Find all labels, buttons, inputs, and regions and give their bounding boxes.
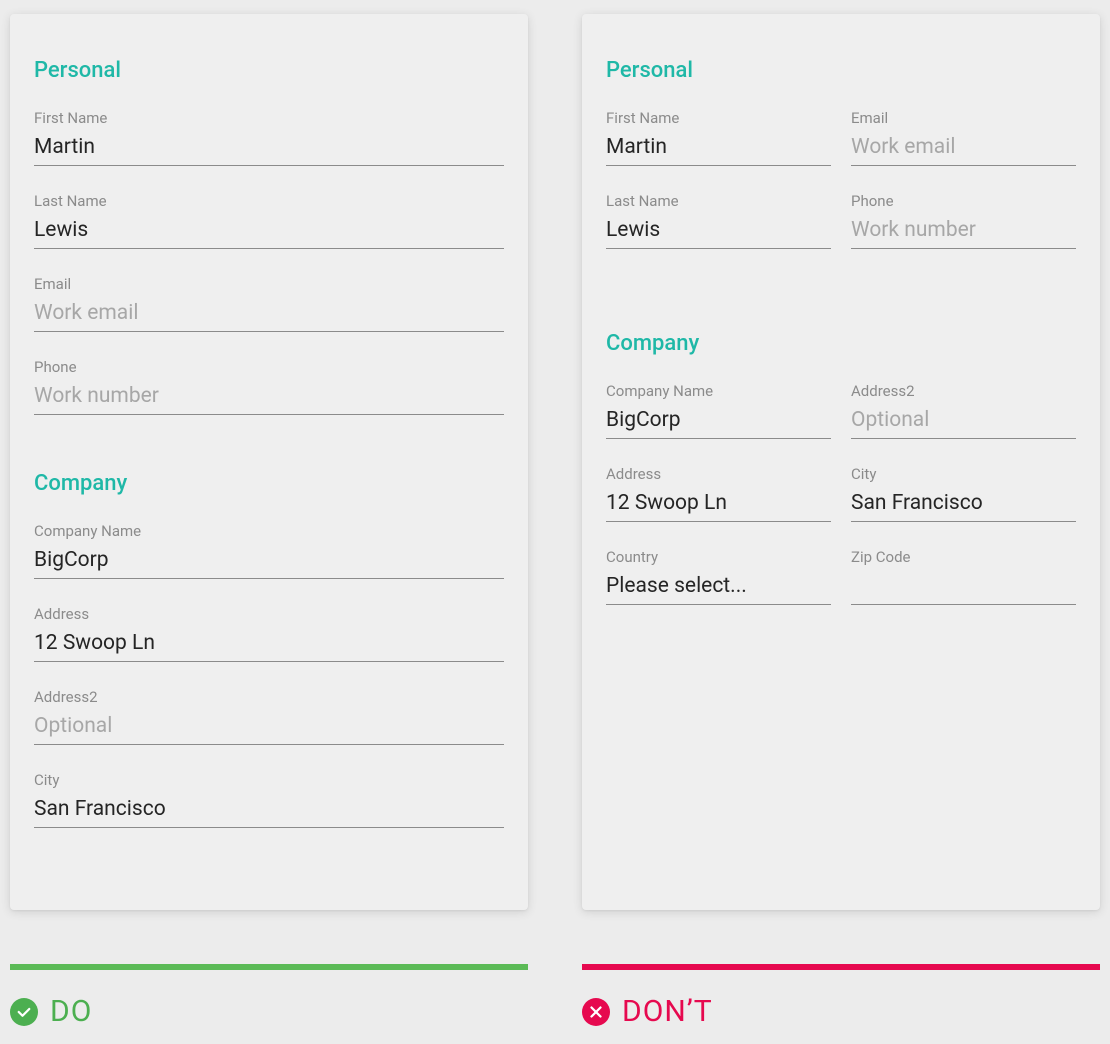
address-label: Address xyxy=(606,465,831,483)
company-name-field: Company Name xyxy=(34,522,504,579)
dont-form-card: Personal First Name Email Last Name Phon… xyxy=(582,14,1100,910)
first-name-field: First Name xyxy=(606,109,831,166)
zip-field: Zip Code xyxy=(851,548,1076,605)
email-field: Email xyxy=(851,109,1076,166)
last-name-label: Last Name xyxy=(34,192,504,210)
address-field: Address xyxy=(606,465,831,522)
first-name-input[interactable] xyxy=(34,133,504,166)
address-label: Address xyxy=(34,605,504,623)
zip-label: Zip Code xyxy=(851,548,1076,566)
dont-footer: DON’T xyxy=(582,964,1100,1029)
phone-input[interactable] xyxy=(851,216,1076,249)
city-label: City xyxy=(851,465,1076,483)
personal-section: Personal First Name Last Name Email Phon… xyxy=(34,58,504,415)
address2-label: Address2 xyxy=(34,688,504,706)
address-field: Address xyxy=(34,605,504,662)
city-field: City xyxy=(851,465,1076,522)
country-label: Country xyxy=(606,548,831,566)
company-name-label: Company Name xyxy=(606,382,831,400)
do-bar xyxy=(10,964,528,970)
email-input[interactable] xyxy=(34,299,504,332)
address2-input[interactable] xyxy=(851,406,1076,439)
city-field: City xyxy=(34,771,504,828)
address-input[interactable] xyxy=(34,629,504,662)
personal-section: Personal First Name Email Last Name Phon… xyxy=(606,58,1076,275)
email-field: Email xyxy=(34,275,504,332)
phone-field: Phone xyxy=(34,358,504,415)
phone-label: Phone xyxy=(851,192,1076,210)
first-name-input[interactable] xyxy=(606,133,831,166)
last-name-input[interactable] xyxy=(606,216,831,249)
dont-label: DON’T xyxy=(622,994,713,1029)
address2-input[interactable] xyxy=(34,712,504,745)
do-label: DO xyxy=(50,994,92,1029)
last-name-input[interactable] xyxy=(34,216,504,249)
personal-title: Personal xyxy=(606,58,1076,83)
company-title: Company xyxy=(606,331,1076,356)
x-circle-icon xyxy=(582,998,610,1026)
company-title: Company xyxy=(34,471,504,496)
email-label: Email xyxy=(851,109,1076,127)
phone-label: Phone xyxy=(34,358,504,376)
email-input[interactable] xyxy=(851,133,1076,166)
phone-field: Phone xyxy=(851,192,1076,249)
do-form-card: Personal First Name Last Name Email Phon… xyxy=(10,14,528,910)
company-name-input[interactable] xyxy=(34,546,504,579)
first-name-label: First Name xyxy=(606,109,831,127)
address2-field: Address2 xyxy=(851,382,1076,439)
company-section: Company Company Name Address2 Address Ci… xyxy=(606,331,1076,631)
personal-title: Personal xyxy=(34,58,504,83)
company-section: Company Company Name Address Address2 Ci… xyxy=(34,471,504,828)
address2-field: Address2 xyxy=(34,688,504,745)
city-input[interactable] xyxy=(34,795,504,828)
address2-label: Address2 xyxy=(851,382,1076,400)
phone-input[interactable] xyxy=(34,382,504,415)
dont-bar xyxy=(582,964,1100,970)
company-name-input[interactable] xyxy=(606,406,831,439)
first-name-label: First Name xyxy=(34,109,504,127)
country-field: Country xyxy=(606,548,831,605)
zip-input[interactable] xyxy=(851,572,1076,605)
email-label: Email xyxy=(34,275,504,293)
city-label: City xyxy=(34,771,504,789)
company-name-field: Company Name xyxy=(606,382,831,439)
first-name-field: First Name xyxy=(34,109,504,166)
last-name-field: Last Name xyxy=(34,192,504,249)
company-name-label: Company Name xyxy=(34,522,504,540)
check-circle-icon xyxy=(10,998,38,1026)
last-name-field: Last Name xyxy=(606,192,831,249)
city-input[interactable] xyxy=(851,489,1076,522)
country-select[interactable] xyxy=(606,572,831,605)
address-input[interactable] xyxy=(606,489,831,522)
do-footer: DO xyxy=(10,964,528,1029)
last-name-label: Last Name xyxy=(606,192,831,210)
